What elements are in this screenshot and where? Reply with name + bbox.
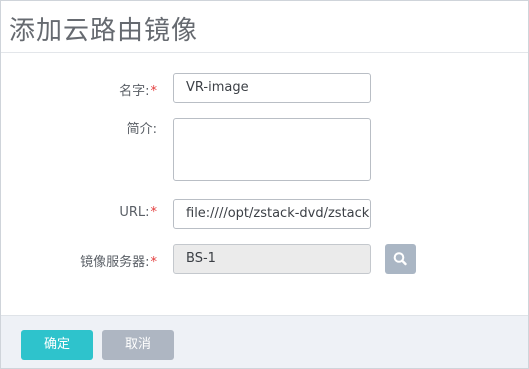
cancel-button[interactable]: 取消 xyxy=(102,330,174,360)
name-label: 名字:* xyxy=(119,84,158,99)
ok-button[interactable]: 确定 xyxy=(21,330,93,360)
url-input[interactable]: file:////opt/zstack-dvd/zstack-vyos xyxy=(173,199,371,229)
search-icon xyxy=(393,252,407,266)
name-input[interactable]: VR-image xyxy=(173,73,371,103)
required-mark: * xyxy=(150,84,158,99)
backup-storage-label: 镜像服务器:* xyxy=(80,255,158,270)
required-mark: * xyxy=(150,205,158,220)
dialog-header: 添加云路由镜像 xyxy=(1,1,528,53)
description-textarea[interactable] xyxy=(173,118,371,181)
description-label: 简介: xyxy=(126,122,157,137)
dialog-footer: 确定 取消 xyxy=(1,315,528,368)
required-mark: * xyxy=(150,255,158,270)
add-vrouter-image-dialog: 添加云路由镜像 名字:* VR-image 简介: URL:* file:///… xyxy=(0,0,529,369)
backup-storage-search-button[interactable] xyxy=(385,244,416,274)
backup-storage-input: BS-1 xyxy=(173,244,371,274)
url-label: URL:* xyxy=(119,205,157,220)
dialog-title: 添加云路由镜像 xyxy=(9,16,199,46)
